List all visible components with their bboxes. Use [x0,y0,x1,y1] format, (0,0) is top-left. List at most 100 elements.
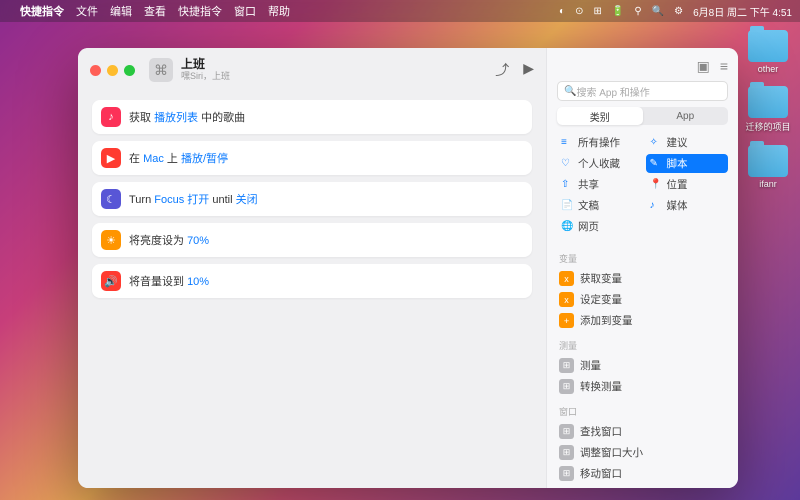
menubar: 快捷指令 文件 编辑 查看 快捷指令 窗口 帮助 ◐ ⊙ ⊞ 🔋 ⚲ 🔍 ⚙ 6… [0,0,800,22]
segment-category[interactable]: 类别 [557,107,643,125]
category-icon: ✎ [650,158,662,169]
category-label: 个人收藏 [578,156,620,171]
status-icon[interactable]: ⊙ [575,6,583,17]
category-icon: 📄 [561,200,573,211]
menu-help[interactable]: 帮助 [268,3,290,19]
library-item[interactable]: ⊞ 查找窗口 [557,421,728,442]
item-icon: ⊞ [559,379,574,394]
category-item[interactable]: ✧建议 [646,133,729,152]
action-icon: ☾ [101,189,121,209]
category-item[interactable]: ⇧ 共享 [557,175,640,194]
category-item[interactable]: 📄 文稿 [557,196,640,215]
category-item[interactable]: ✎ 脚本 [646,154,729,173]
category-item[interactable]: ♡个人收藏 [557,154,640,173]
category-grid: ≡ 所有操作 ✧建议 ♡个人收藏 ✎ 脚本 ⇧ 共享 📍位置 📄 文稿 ♪媒体 🌐 网页 [547,133,738,244]
maximize-button[interactable] [124,65,135,76]
category-label: 共享 [578,177,599,192]
desktop-folder[interactable]: other [744,30,792,74]
menu-edit[interactable]: 编辑 [110,3,132,19]
menubar-date[interactable]: 6月8日 周二 下午 4:51 [693,4,792,19]
folder-icon [748,30,788,62]
search-icon[interactable]: 🔍 [652,6,664,17]
titlebar: ⌘ 上班 嘿Siri，上班 ⤴ ▶ [78,48,546,92]
menu-app[interactable]: 快捷指令 [20,3,64,19]
category-icon: ⇧ [561,179,573,190]
folder-label: other [758,64,779,74]
library-item[interactable]: x 设定变量 [557,289,728,310]
action-icon: ☀ [101,230,121,250]
library-item[interactable]: ⊞移动窗口 [557,463,728,484]
category-label: 文稿 [578,198,599,213]
category-icon: ✧ [650,137,662,148]
item-label: 查找窗口 [580,424,622,439]
actions-list: ♪ 获取 播放列表 中的歌曲 ▶在 Mac 上 播放/暂停 ☾Turn Focus 打… [78,92,546,306]
library-item[interactable]: +添加到变量 [557,310,728,331]
desktop-folder[interactable]: 迁移的项目 [744,86,792,133]
menu-file[interactable]: 文件 [76,3,98,19]
category-icon: 🌐 [561,221,573,232]
library-item[interactable]: ⊞测量 [557,355,728,376]
group-header: 测量 [559,339,728,352]
library-item[interactable]: x获取变量 [557,268,728,289]
battery-icon[interactable]: 🔋 [612,6,624,17]
action-icon: ▶ [101,148,121,168]
item-icon: ⊞ [559,424,574,439]
category-label: 脚本 [667,156,688,171]
action-row[interactable]: ☀将亮度设为 70% [92,223,532,257]
search-placeholder: 搜索 App 和操作 [576,84,649,99]
status-icon[interactable]: ◐ [559,6,565,17]
minimize-button[interactable] [107,65,118,76]
action-text: 获取 播放列表 中的歌曲 [129,109,245,125]
category-item[interactable]: 📍位置 [646,175,729,194]
folder-label: ifanr [759,179,777,189]
status-icon[interactable]: ⊞ [593,6,601,17]
list-icon[interactable]: ≡ [720,58,728,75]
desktop-folder[interactable]: ifanr [744,145,792,189]
library-item[interactable]: ⊞转换测量 [557,376,728,397]
window-subtitle: 嘿Siri，上班 [181,72,230,82]
item-icon: x [559,271,574,286]
item-label: 移动窗口 [580,466,622,481]
folder-icon [748,86,788,118]
segment-app[interactable]: App [643,107,729,125]
action-row[interactable]: ♪ 获取 播放列表 中的歌曲 [92,100,532,134]
shortcuts-window: ⌘ 上班 嘿Siri，上班 ⤴ ▶ ♪ 获取 播放列表 中的歌曲 ▶在 Mac 上 … [78,48,738,488]
close-button[interactable] [90,65,101,76]
search-input[interactable]: 🔍 搜索 App 和操作 [557,81,728,101]
desktop-icons: other 迁移的项目 ifanr [744,30,792,189]
category-item[interactable]: ≡ 所有操作 [557,133,640,152]
action-icon: ♪ [101,107,121,127]
menu-window[interactable]: 窗口 [234,3,256,19]
group-header: 窗口 [559,405,728,418]
window-title: 上班 [181,58,230,71]
main-panel: ⌘ 上班 嘿Siri，上班 ⤴ ▶ ♪ 获取 播放列表 中的歌曲 ▶在 Mac 上 … [78,48,546,488]
category-item[interactable]: ♪媒体 [646,196,729,215]
menu-view[interactable]: 查看 [144,3,166,19]
category-label: 位置 [667,177,688,192]
wifi-icon[interactable]: ⚲ [634,6,641,17]
category-item[interactable]: 🌐 网页 [557,217,640,236]
category-icon: ♪ [650,200,662,211]
category-label: 所有操作 [578,135,620,150]
menu-shortcuts[interactable]: 快捷指令 [178,3,222,19]
folder-icon [748,145,788,177]
category-icon: ≡ [561,137,573,148]
share-icon[interactable]: ⤴ [495,60,509,80]
category-label: 网页 [578,219,599,234]
item-label: 调整窗口大小 [580,445,643,460]
shortcut-icon: ⌘ [149,58,173,82]
item-icon: x [559,292,574,307]
group-header: 变量 [559,252,728,265]
action-text: 将音量设到 10% [129,273,209,289]
item-label: 添加到变量 [580,313,633,328]
run-icon[interactable]: ▶ [523,60,534,80]
library-icon[interactable]: ▣ [697,58,710,75]
action-row[interactable]: ▶在 Mac 上 播放/暂停 [92,141,532,175]
folder-label: 迁移的项目 [745,120,790,133]
item-label: 设定变量 [580,292,622,307]
control-center-icon[interactable]: ⚙ [674,6,683,17]
action-row[interactable]: 🔊将音量设到 10% [92,264,532,298]
library-item[interactable]: ⊞调整窗口大小 [557,442,728,463]
segment-control[interactable]: 类别 App [557,107,728,125]
action-row[interactable]: ☾Turn Focus 打开 until 关闭 [92,182,532,216]
